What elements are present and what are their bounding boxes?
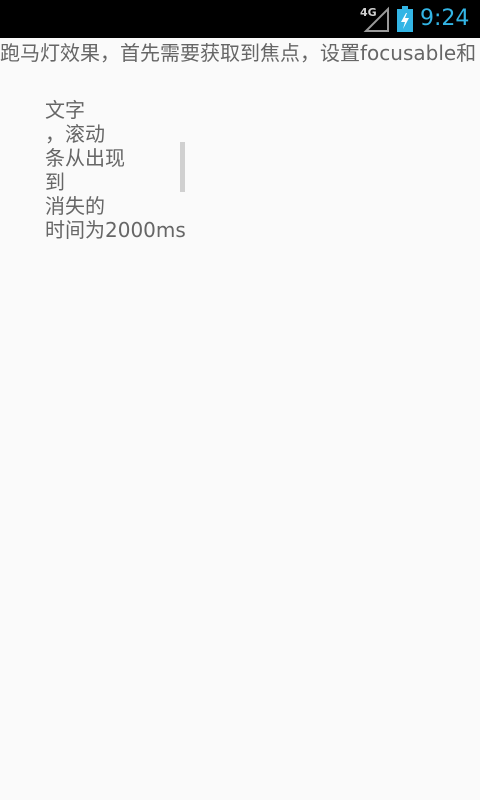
vertical-scrollbar[interactable] bbox=[180, 142, 185, 192]
scroll-text-line: 到 bbox=[45, 170, 65, 194]
scroll-text-line: 时间为2000ms bbox=[45, 218, 185, 242]
battery-charging-icon bbox=[397, 6, 413, 32]
signal-4g-icon: 4G bbox=[360, 6, 389, 32]
scroll-text-line: ，滚动 bbox=[45, 122, 105, 146]
network-type-label: 4G bbox=[360, 6, 377, 19]
status-bar: 4G 9:24 bbox=[0, 0, 480, 38]
status-bar-clock: 9:24 bbox=[420, 6, 470, 31]
marquee-text: 跑马灯效果，首先需要获取到焦点，设置focusable和 bbox=[0, 41, 477, 65]
scroll-text-line: 文字 bbox=[45, 98, 85, 122]
scroll-text-line: 条从出现 bbox=[45, 146, 125, 170]
scroll-text-line: 消失的 bbox=[45, 194, 105, 218]
scrolling-text-view[interactable]: 文字 ，滚动 条从出现 到 消失的 时间为2000ms bbox=[45, 98, 185, 246]
